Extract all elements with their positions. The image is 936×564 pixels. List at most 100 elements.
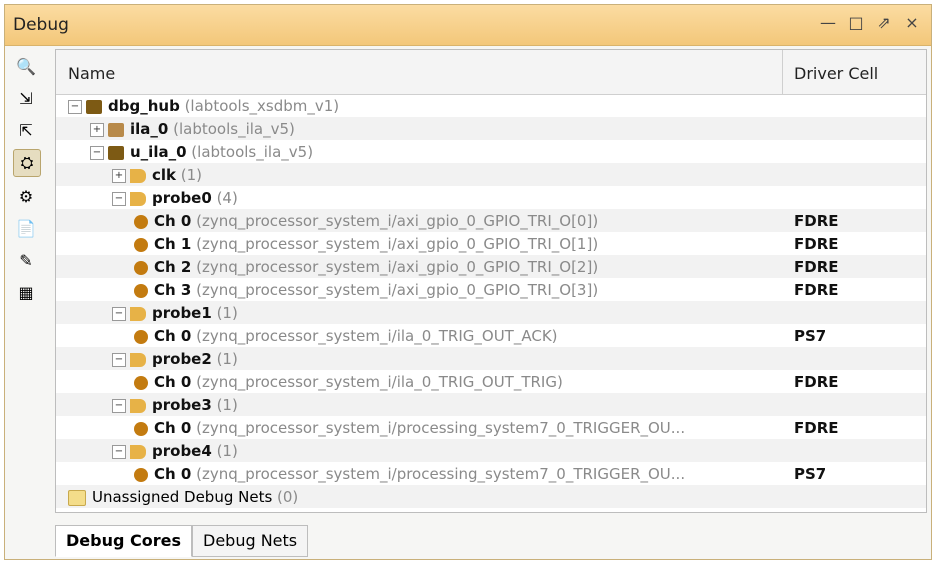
window-title: Debug [13, 15, 69, 35]
node-label: probe3 [152, 396, 212, 414]
tree-row[interactable]: − u_ila_0 (labtools_ila_v5) [56, 140, 926, 163]
table-header: Name Driver Cell [56, 50, 926, 95]
column-header-driver-cell[interactable]: Driver Cell [794, 64, 878, 83]
net-icon [134, 283, 148, 298]
node-detail: (zynq_processor_system_i/axi_gpio_0_GPIO… [191, 212, 599, 230]
expand-icon[interactable]: ⇲ [13, 85, 39, 111]
report-icon[interactable]: 📄 [13, 215, 39, 241]
tree-row[interactable]: Ch 1 (zynq_processor_system_i/axi_gpio_0… [56, 232, 926, 255]
net-icon [134, 214, 148, 229]
node-label: Ch 0 [154, 212, 192, 230]
bus-icon [130, 191, 146, 206]
tree-node: − probe1 (1) [112, 304, 238, 322]
driver-cell: FDRE [794, 419, 839, 437]
tree-node: + clk (1) [112, 166, 202, 184]
column-header-name[interactable]: Name [68, 64, 115, 83]
driver-cell: FDRE [794, 212, 839, 230]
search-icon[interactable]: 🔍 [13, 53, 39, 79]
node-detail: (1) [211, 350, 238, 368]
collapse-toggle-icon[interactable]: − [112, 444, 126, 459]
maximize-button[interactable]: □ [847, 13, 865, 32]
ila-icon [108, 122, 124, 137]
tree-row[interactable]: Ch 0 (zynq_processor_system_i/processing… [56, 416, 926, 439]
node-label: Ch 0 [154, 373, 192, 391]
node-detail: (1) [211, 442, 238, 460]
tree-row[interactable]: + ila_0 (labtools_ila_v5) [56, 117, 926, 140]
tree-node: − probe3 (1) [112, 396, 238, 414]
collapse-icon[interactable]: ⇱ [13, 117, 39, 143]
tree-node: − u_ila_0 (labtools_ila_v5) [90, 143, 313, 161]
tree-row[interactable]: Ch 0 (zynq_processor_system_i/ila_0_TRIG… [56, 370, 926, 393]
minimize-button[interactable]: — [819, 13, 837, 32]
tree-node: Ch 1 (zynq_processor_system_i/axi_gpio_0… [134, 235, 598, 253]
tree-node: − probe4 (1) [112, 442, 238, 460]
tree-row[interactable]: Ch 0 (zynq_processor_system_i/axi_gpio_0… [56, 209, 926, 232]
collapse-toggle-icon[interactable]: − [112, 398, 126, 413]
tree-node: Ch 3 (zynq_processor_system_i/axi_gpio_0… [134, 281, 598, 299]
title-bar[interactable]: Debug — □ ⇗ × [5, 5, 931, 46]
tab-debug-cores[interactable]: Debug Cores [55, 525, 192, 557]
tree-node: − probe0 (4) [112, 189, 238, 207]
node-label: dbg_hub [108, 97, 180, 115]
hub-icon [86, 99, 102, 114]
node-label: probe2 [152, 350, 212, 368]
node-detail: (1) [176, 166, 203, 184]
tree-rows: − dbg_hub (labtools_xsdbm_v1) + ila_0 (labt… [56, 94, 926, 508]
vertical-toolbar: 🔍 ⇲ ⇱ ⛭ ⚙ 📄 ✎ ▦ [9, 49, 45, 529]
tree-row[interactable]: − probe2 (1) [56, 347, 926, 370]
node-label: Unassigned Debug Nets [92, 488, 273, 506]
node-label: probe4 [152, 442, 212, 460]
node-detail: (zynq_processor_system_i/ila_0_TRIG_OUT_… [191, 373, 563, 391]
net-icon [134, 375, 148, 390]
column-divider[interactable] [782, 50, 783, 94]
driver-cell: FDRE [794, 373, 839, 391]
tree-row[interactable]: − dbg_hub (labtools_xsdbm_v1) [56, 94, 926, 117]
node-detail: (labtools_xsdbm_v1) [179, 97, 340, 115]
tree-row[interactable]: + clk (1) [56, 163, 926, 186]
tree-row[interactable]: − probe4 (1) [56, 439, 926, 462]
window-controls: — □ ⇗ × [819, 13, 921, 32]
node-detail: (labtools_ila_v5) [186, 143, 314, 161]
tree-row[interactable]: Ch 0 (zynq_processor_system_i/processing… [56, 462, 926, 485]
folder-icon [68, 489, 86, 506]
bus-icon [130, 444, 146, 459]
tree-row[interactable]: Ch 3 (zynq_processor_system_i/axi_gpio_0… [56, 278, 926, 301]
node-detail: (zynq_processor_system_i/processing_syst… [191, 465, 686, 483]
collapse-toggle-icon[interactable]: − [112, 191, 126, 206]
tree-node: − dbg_hub (labtools_xsdbm_v1) [68, 97, 339, 115]
collapse-toggle-icon[interactable]: − [68, 99, 82, 114]
tree-node: Unassigned Debug Nets (0) [68, 488, 298, 506]
tree-row[interactable]: − probe3 (1) [56, 393, 926, 416]
tree-row[interactable]: − probe1 (1) [56, 301, 926, 324]
node-label: Ch 0 [154, 327, 192, 345]
node-label: Ch 0 [154, 465, 192, 483]
disabled-icon[interactable]: ▦ [13, 279, 39, 305]
node-label: Ch 0 [154, 419, 192, 437]
collapse-toggle-icon[interactable]: − [112, 352, 126, 367]
tree-row[interactable]: Ch 0 (zynq_processor_system_i/ila_0_TRIG… [56, 324, 926, 347]
net-icon [134, 421, 148, 436]
tab-debug-nets[interactable]: Debug Nets [192, 525, 309, 557]
tree-row[interactable]: Ch 2 (zynq_processor_system_i/axi_gpio_0… [56, 255, 926, 278]
expand-toggle-icon[interactable]: + [90, 122, 104, 137]
driver-cell: PS7 [794, 327, 827, 345]
node-label: Ch 1 [154, 235, 192, 253]
tree-row[interactable]: − probe0 (4) [56, 186, 926, 209]
close-button[interactable]: × [903, 13, 921, 32]
driver-cell: FDRE [794, 235, 839, 253]
collapse-toggle-icon[interactable]: − [112, 306, 126, 321]
export-icon[interactable]: ✎ [13, 247, 39, 273]
collapse-toggle-icon[interactable]: − [90, 145, 104, 160]
bus-icon [130, 306, 146, 321]
float-button[interactable]: ⇗ [875, 13, 893, 32]
tree-node: Ch 2 (zynq_processor_system_i/axi_gpio_0… [134, 258, 598, 276]
tree-row[interactable]: Unassigned Debug Nets (0) [56, 485, 926, 508]
link-icon[interactable]: ⛭ [13, 149, 41, 177]
driver-cell: FDRE [794, 258, 839, 276]
debug-window: Debug — □ ⇗ × 🔍 ⇲ ⇱ ⛭ ⚙ 📄 ✎ ▦ Name Driver Cell … [4, 4, 932, 560]
node-label: probe1 [152, 304, 212, 322]
net-icon [134, 260, 148, 275]
settings-icon[interactable]: ⚙ [13, 183, 39, 209]
net-icon [134, 329, 148, 344]
expand-toggle-icon[interactable]: + [112, 168, 126, 183]
